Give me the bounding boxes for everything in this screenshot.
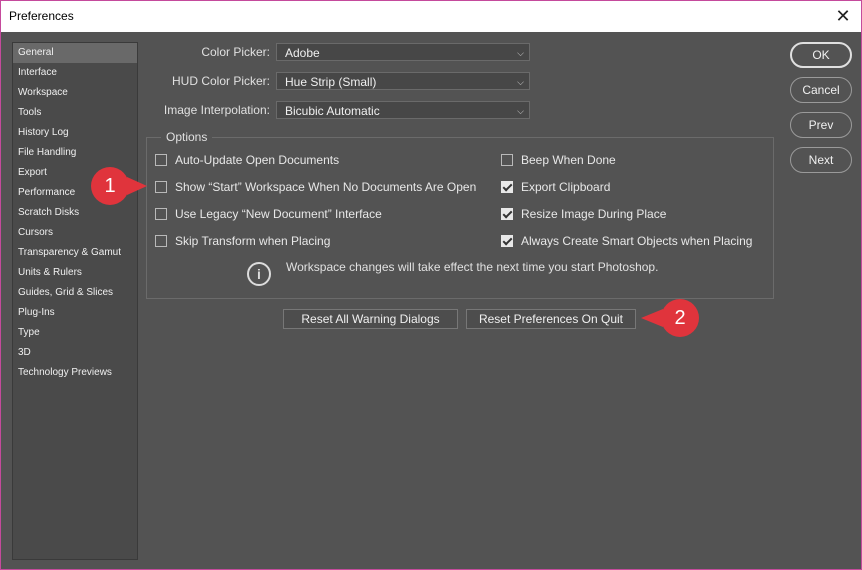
checkbox-label: Auto-Update Open Documents bbox=[175, 153, 340, 167]
prev-button[interactable]: Prev bbox=[790, 112, 852, 138]
close-icon[interactable]: ✕ bbox=[833, 5, 853, 27]
use-legacy-new-document-checkbox[interactable]: Use Legacy “New Document” Interface bbox=[155, 206, 382, 222]
color-picker-select[interactable]: Adobe ⌵ bbox=[276, 43, 530, 61]
options-legend: Options bbox=[161, 130, 213, 144]
callout-1-pointer bbox=[127, 177, 147, 195]
preferences-window: Preferences ✕ General Interface Workspac… bbox=[0, 0, 862, 570]
cancel-button[interactable]: Cancel bbox=[790, 77, 852, 103]
sidebar-item-plug-ins[interactable]: Plug-Ins bbox=[13, 303, 137, 323]
sidebar-item-technology-previews[interactable]: Technology Previews bbox=[13, 363, 137, 383]
resize-image-during-place-checkbox[interactable]: Resize Image During Place bbox=[501, 206, 666, 222]
always-create-smart-objects-checkbox[interactable]: Always Create Smart Objects when Placing bbox=[501, 233, 752, 249]
callout-2-pointer bbox=[641, 309, 663, 327]
checkbox-box[interactable] bbox=[155, 208, 167, 220]
color-picker-label: Color Picker: bbox=[201, 45, 270, 59]
image-interpolation-label: Image Interpolation: bbox=[163, 103, 270, 117]
reset-all-warning-dialogs-button[interactable]: Reset All Warning Dialogs bbox=[283, 309, 458, 329]
callout-1: 1 bbox=[91, 167, 153, 205]
checkbox-box[interactable] bbox=[155, 235, 167, 247]
callout-2: 2 bbox=[641, 299, 709, 337]
checkbox-box[interactable] bbox=[155, 154, 167, 166]
sidebar-item-workspace[interactable]: Workspace bbox=[13, 83, 137, 103]
show-start-workspace-checkbox[interactable]: Show “Start” Workspace When No Documents… bbox=[155, 179, 476, 195]
callout-1-number: 1 bbox=[91, 167, 129, 205]
checkmark-icon[interactable] bbox=[501, 235, 513, 247]
sidebar-item-3d[interactable]: 3D bbox=[13, 343, 137, 363]
chevron-down-icon: ⌵ bbox=[517, 48, 524, 58]
reset-preferences-on-quit-button[interactable]: Reset Preferences On Quit bbox=[466, 309, 636, 329]
checkbox-box[interactable] bbox=[155, 181, 167, 193]
sidebar-item-interface[interactable]: Interface bbox=[13, 63, 137, 83]
sidebar-item-general[interactable]: General bbox=[13, 43, 137, 63]
checkbox-label: Export Clipboard bbox=[521, 180, 611, 194]
window-title: Preferences bbox=[9, 9, 74, 23]
checkbox-label: Skip Transform when Placing bbox=[175, 234, 331, 248]
hud-color-picker-value: Hue Strip (Small) bbox=[285, 75, 377, 89]
checkbox-label: Beep When Done bbox=[521, 153, 616, 167]
sidebar-item-tools[interactable]: Tools bbox=[13, 103, 137, 123]
sidebar-item-units-rulers[interactable]: Units & Rulers bbox=[13, 263, 137, 283]
sidebar-item-cursors[interactable]: Cursors bbox=[13, 223, 137, 243]
color-picker-value: Adobe bbox=[285, 46, 320, 60]
export-clipboard-checkbox[interactable]: Export Clipboard bbox=[501, 179, 610, 195]
auto-update-open-documents-checkbox[interactable]: Auto-Update Open Documents bbox=[155, 152, 339, 168]
checkbox-label: Always Create Smart Objects when Placing bbox=[521, 234, 753, 248]
checkbox-box[interactable] bbox=[501, 154, 513, 166]
category-sidebar: General Interface Workspace Tools Histor… bbox=[12, 42, 138, 560]
info-icon: i bbox=[247, 262, 271, 286]
checkbox-label: Use Legacy “New Document” Interface bbox=[175, 207, 382, 221]
callout-2-number: 2 bbox=[661, 299, 699, 337]
chevron-down-icon: ⌵ bbox=[517, 106, 524, 116]
sidebar-item-scratch-disks[interactable]: Scratch Disks bbox=[13, 203, 137, 223]
chevron-down-icon: ⌵ bbox=[517, 77, 524, 87]
sidebar-item-transparency-gamut[interactable]: Transparency & Gamut bbox=[13, 243, 137, 263]
checkmark-icon[interactable] bbox=[501, 181, 513, 193]
sidebar-item-guides-grid-slices[interactable]: Guides, Grid & Slices bbox=[13, 283, 137, 303]
sidebar-item-file-handling[interactable]: File Handling bbox=[13, 143, 137, 163]
sidebar-item-type[interactable]: Type bbox=[13, 323, 137, 343]
next-button[interactable]: Next bbox=[790, 147, 852, 173]
workspace-info-text: Workspace changes will take effect the n… bbox=[286, 260, 659, 274]
checkmark-icon[interactable] bbox=[501, 208, 513, 220]
checkbox-label: Resize Image During Place bbox=[521, 207, 667, 221]
title-bar: Preferences ✕ bbox=[1, 1, 861, 32]
ok-button[interactable]: OK bbox=[790, 42, 852, 68]
hud-color-picker-select[interactable]: Hue Strip (Small) ⌵ bbox=[276, 72, 530, 90]
checkbox-label: Show “Start” Workspace When No Documents… bbox=[175, 180, 477, 194]
sidebar-item-history-log[interactable]: History Log bbox=[13, 123, 137, 143]
image-interpolation-select[interactable]: Bicubic Automatic ⌵ bbox=[276, 101, 530, 119]
hud-color-picker-label: HUD Color Picker: bbox=[171, 74, 270, 88]
skip-transform-checkbox[interactable]: Skip Transform when Placing bbox=[155, 233, 330, 249]
image-interpolation-value: Bicubic Automatic bbox=[285, 104, 380, 118]
beep-when-done-checkbox[interactable]: Beep When Done bbox=[501, 152, 616, 168]
